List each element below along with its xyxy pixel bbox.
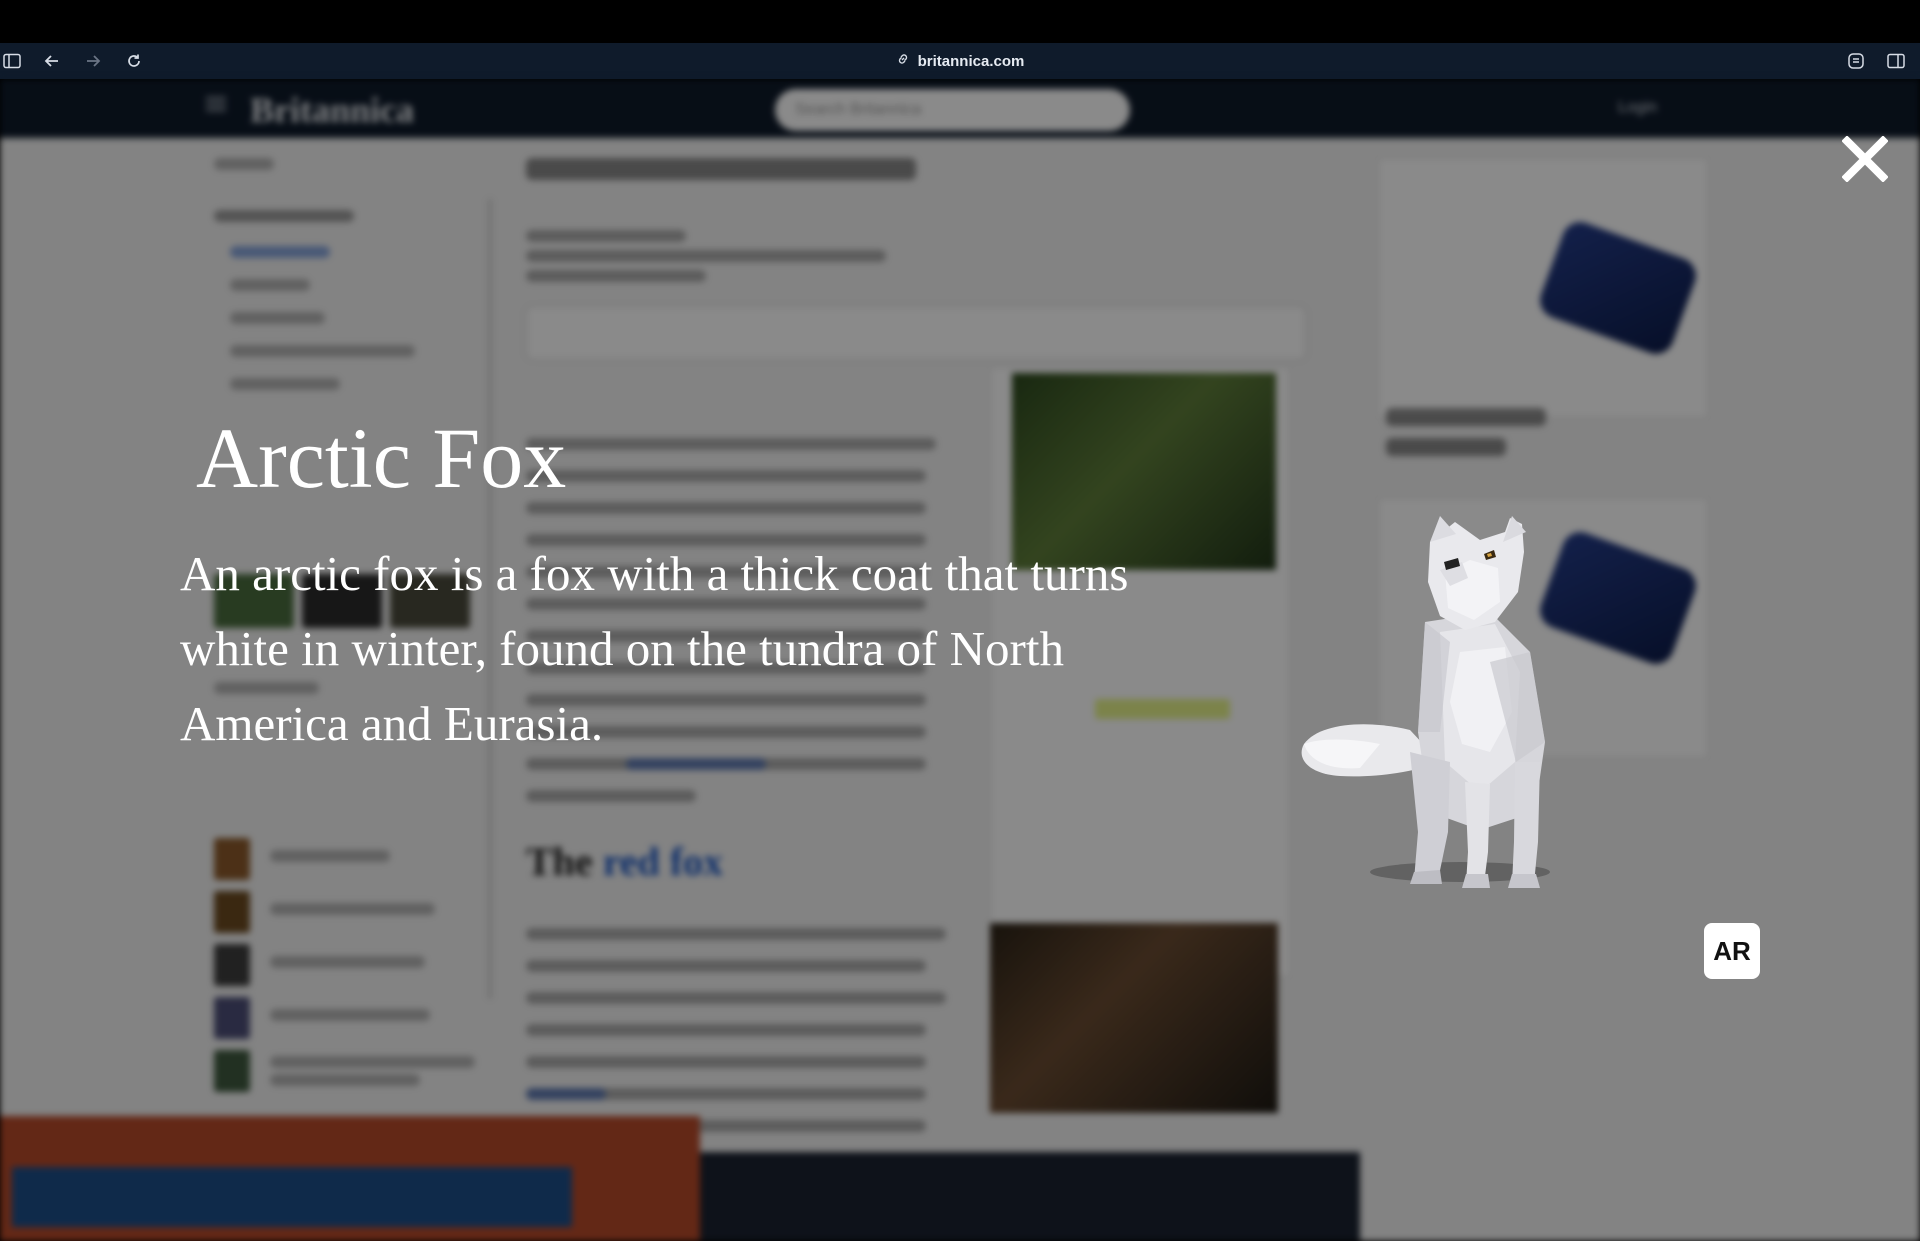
- modal-title: Arctic Fox: [196, 410, 567, 506]
- arctic-fox-3d-model[interactable]: [1290, 512, 1590, 892]
- os-top-bar: [0, 0, 1920, 43]
- ar-view-button[interactable]: AR: [1704, 923, 1760, 979]
- close-button[interactable]: [1838, 132, 1892, 186]
- url-text: britannica.com: [917, 52, 1025, 70]
- link-icon: [896, 52, 910, 70]
- close-icon: [1842, 136, 1888, 182]
- browser-toolbar: britannica.com: [0, 43, 1920, 79]
- modal-description: An arctic fox is a fox with a thick coat…: [180, 546, 1129, 751]
- address-bar[interactable]: britannica.com: [0, 43, 1920, 79]
- extension-icon[interactable]: [1844, 49, 1868, 73]
- split-view-icon[interactable]: [1884, 49, 1908, 73]
